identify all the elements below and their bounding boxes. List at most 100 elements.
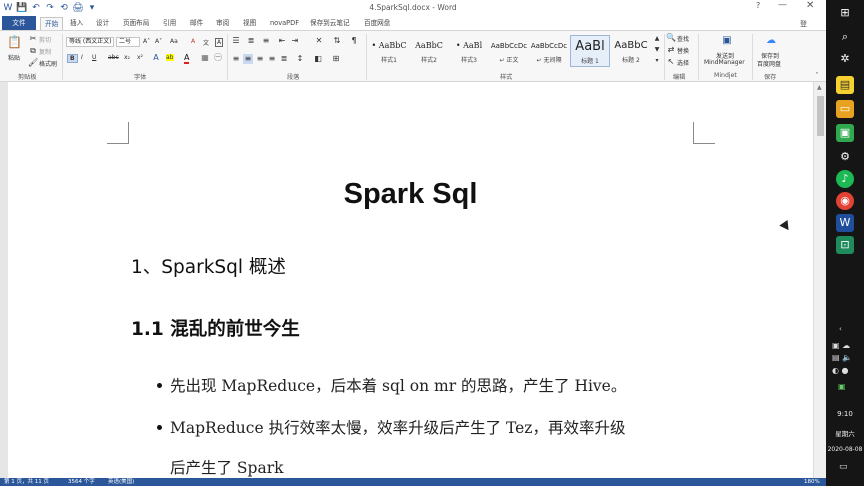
style-no-spacing[interactable]: AaBbCcDc ↵ 无间隔 xyxy=(529,35,569,67)
clear-format-button[interactable]: A xyxy=(191,38,195,45)
network-volume-icons[interactable]: ▤ 🔈 xyxy=(832,353,852,362)
replace-icon[interactable]: ⇄ xyxy=(666,45,676,55)
clock-time[interactable]: 9:10 xyxy=(826,410,864,418)
tab-view[interactable]: 视图 xyxy=(243,17,256,30)
styles-more-icon[interactable]: ▾ xyxy=(652,56,662,66)
tray-misc-icons[interactable]: ◐ ● xyxy=(832,366,849,375)
fan-app-icon[interactable]: ✲ xyxy=(836,50,854,68)
paste-button[interactable]: 粘贴 xyxy=(8,53,20,62)
document-heading-2[interactable]: 1.1 混乱的前世今生 xyxy=(131,315,300,341)
style-heading-2[interactable]: AaBbC 标题 2 xyxy=(611,35,651,67)
format-painter-icon[interactable]: 🖌 xyxy=(28,58,38,68)
phonetic-guide-button[interactable]: 文 xyxy=(203,38,209,47)
close-button[interactable]: ✕ xyxy=(806,0,814,11)
tray-expand-icon[interactable]: ‹ xyxy=(839,325,842,333)
cut-button[interactable]: 剪切 xyxy=(39,35,51,44)
tab-design[interactable]: 设计 xyxy=(96,17,109,30)
mindmanager-icon[interactable]: ▣ xyxy=(720,34,734,48)
styles-scroll-down-icon[interactable]: ▼ xyxy=(652,45,662,55)
document-heading-1[interactable]: 1、SparkSql 概述 xyxy=(131,253,286,279)
sign-in-link[interactable]: 登 xyxy=(800,19,807,29)
sticky-notes-icon[interactable]: ▤ xyxy=(836,76,854,94)
numbering-icon[interactable]: ≣ xyxy=(246,36,256,46)
language-indicator[interactable]: 英语(美国) xyxy=(108,478,134,486)
cut-icon[interactable]: ✂ xyxy=(28,34,38,44)
show-marks-icon[interactable]: ¶ xyxy=(349,36,359,46)
tab-baidu-netdisk[interactable]: 百度网盘 xyxy=(364,17,390,30)
document-page[interactable]: Spark Sql 1、SparkSql 概述 1.1 混乱的前世今生 先出现 … xyxy=(8,82,813,478)
copy-button[interactable]: 复制 xyxy=(39,47,51,56)
char-border-button[interactable]: A xyxy=(215,38,224,47)
clock-date[interactable]: 2020-08-08 xyxy=(826,446,864,453)
scroll-up-icon[interactable]: ▲ xyxy=(817,84,822,91)
zoom-level[interactable]: 180% xyxy=(804,478,820,486)
style-3[interactable]: • AaBl 样式3 xyxy=(449,35,489,67)
tab-novapdf[interactable]: novaPDF xyxy=(270,17,299,30)
bold-button[interactable]: B xyxy=(67,54,78,63)
justify-icon[interactable]: ≡ xyxy=(267,54,277,64)
clock-day[interactable]: 星期六 xyxy=(826,428,864,438)
bullet-paragraph[interactable]: 先出现 MapReduce，后本着 sql on mr 的思路，产生了 Hive… xyxy=(170,374,626,396)
tab-file[interactable]: 文件 xyxy=(2,16,36,30)
style-1[interactable]: • AaBbC 样式1 xyxy=(369,35,409,67)
font-size-combo[interactable]: 二号 xyxy=(116,37,140,47)
tab-home[interactable]: 开始 xyxy=(40,17,64,30)
distribute-icon[interactable]: ≣ xyxy=(279,54,289,64)
char-shading-icon[interactable]: ▦ xyxy=(200,53,210,63)
increase-indent-icon[interactable]: ⇥ xyxy=(290,36,300,46)
app-tile-icon[interactable]: ⊡ xyxy=(836,236,854,254)
style-normal[interactable]: AaBbCcDc ↵ 正文 xyxy=(489,35,529,67)
borders-icon[interactable]: ⊞ xyxy=(331,54,341,64)
tab-insert[interactable]: 插入 xyxy=(70,17,83,30)
tab-review[interactable]: 审阅 xyxy=(216,17,229,30)
grow-font-button[interactable]: A˄ xyxy=(143,38,150,45)
font-color-button[interactable]: A xyxy=(184,53,190,64)
notification-icon[interactable]: ▭ xyxy=(839,462,848,472)
tab-references[interactable]: 引用 xyxy=(163,17,176,30)
select-icon[interactable]: ↖ xyxy=(666,57,676,67)
italic-button[interactable]: I xyxy=(81,54,83,61)
paste-icon[interactable]: 📋 xyxy=(7,35,22,49)
baidu-cloud-icon[interactable]: ☁ xyxy=(764,34,778,48)
style-heading-1[interactable]: AaBl 标题 1 xyxy=(570,35,610,67)
font-name-combo[interactable]: 等线 (西文正文) xyxy=(66,37,114,47)
search-icon[interactable]: ⌕ xyxy=(836,28,854,46)
document-heading-title[interactable]: Spark Sql xyxy=(8,178,813,211)
help-button[interactable]: ? xyxy=(756,1,760,10)
minimize-button[interactable]: — xyxy=(778,0,787,10)
align-left-icon[interactable]: ≡ xyxy=(231,54,241,64)
tab-page-layout[interactable]: 页面布局 xyxy=(123,17,149,30)
text-effects-icon[interactable]: A xyxy=(151,53,161,63)
copy-icon[interactable]: ⧉ xyxy=(28,46,38,56)
format-painter-button[interactable]: 格式刷 xyxy=(39,59,57,68)
change-case-button[interactable]: Aa xyxy=(170,38,178,45)
word-count[interactable]: 3564 个字 xyxy=(68,478,95,486)
replace-button[interactable]: 替换 xyxy=(677,46,689,55)
chinese-layout-icon[interactable]: ✕ xyxy=(314,36,324,46)
styles-scroll-up-icon[interactable]: ▲ xyxy=(652,34,662,44)
app-green-icon[interactable]: ▣ xyxy=(836,124,854,142)
decrease-indent-icon[interactable]: ⇤ xyxy=(277,36,287,46)
line-spacing-icon[interactable]: ↕ xyxy=(295,54,305,64)
sort-icon[interactable]: ⇅ xyxy=(332,36,342,46)
underline-button[interactable]: U xyxy=(92,54,96,61)
tab-save-to-cloud-note[interactable]: 保存到云笔记 xyxy=(310,17,350,30)
style-2[interactable]: AaBbC 样式2 xyxy=(409,35,449,67)
find-icon[interactable]: 🔍 xyxy=(666,33,676,43)
tray-app-icons[interactable]: ▣ ☁ xyxy=(832,341,850,350)
align-center-icon[interactable]: ≡ xyxy=(243,54,253,64)
strikethrough-button[interactable]: abc xyxy=(108,54,119,61)
enclose-char-icon[interactable]: ㊀ xyxy=(213,53,223,63)
file-explorer-icon[interactable]: ▭ xyxy=(836,100,854,118)
tab-mailings[interactable]: 邮件 xyxy=(190,17,203,30)
highlight-button[interactable]: ab xyxy=(166,54,174,61)
settings-gear-icon[interactable]: ⚙ xyxy=(836,148,854,166)
select-button[interactable]: 选择 xyxy=(677,58,689,67)
tray-green-icon[interactable]: ▣ xyxy=(838,382,846,391)
chrome-icon[interactable]: ◉ xyxy=(836,192,854,210)
bullet-paragraph-continuation[interactable]: 后产生了 Spark xyxy=(170,456,284,478)
page-count[interactable]: 第 1 页，共 11 页 xyxy=(4,478,49,486)
scroll-thumb[interactable] xyxy=(817,96,824,136)
collapse-ribbon-icon[interactable]: ˄ xyxy=(812,71,822,81)
shading-icon[interactable]: ◧ xyxy=(313,54,323,64)
